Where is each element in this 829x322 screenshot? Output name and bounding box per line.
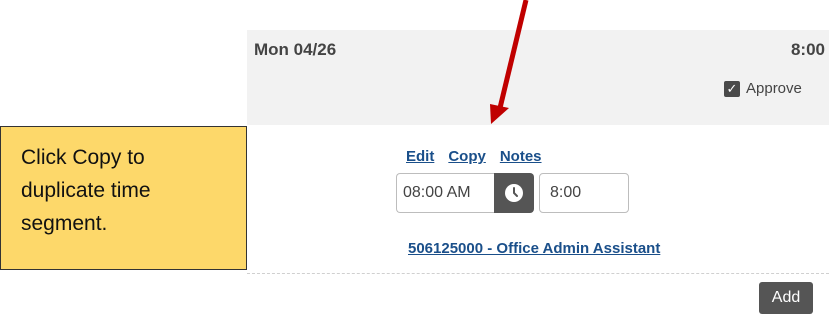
- pointer-arrow: [490, 0, 529, 124]
